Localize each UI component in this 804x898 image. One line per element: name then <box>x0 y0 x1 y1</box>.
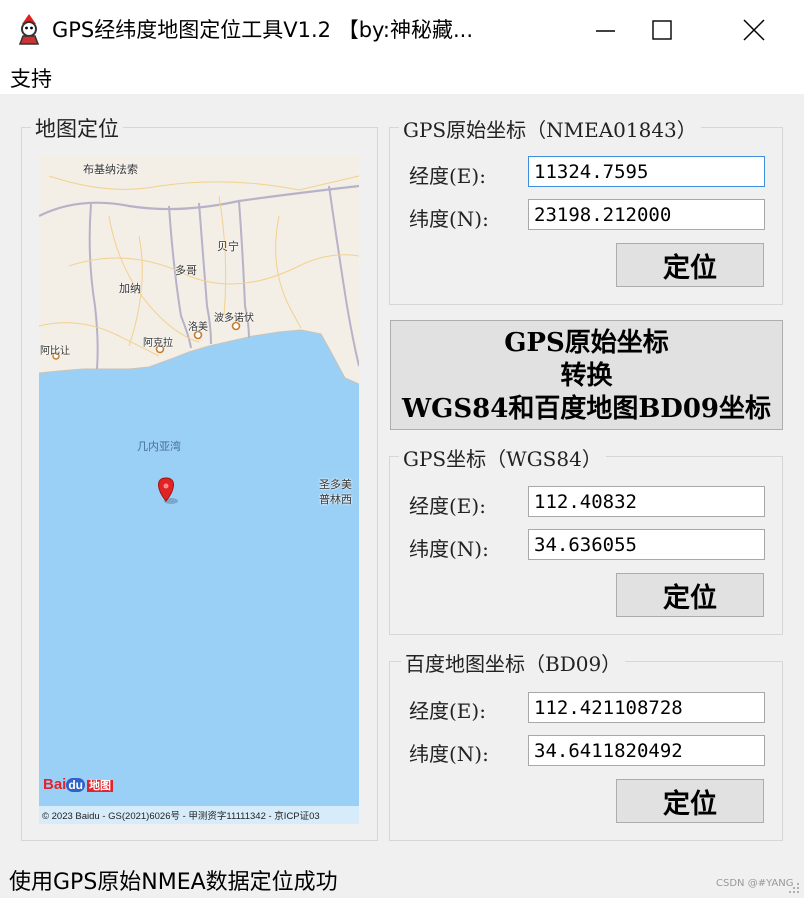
map-label-gulf: 几内亚湾 <box>137 441 181 453</box>
convert-button[interactable]: GPS原始坐标 转换 WGS84和百度地图BD09坐标 <box>390 320 783 430</box>
convert-line-1: GPS原始坐标 <box>504 328 669 358</box>
baidu-logo: Bai du 地图 <box>43 776 114 793</box>
bd-lat-input[interactable] <box>528 735 765 766</box>
map-group-title: 地图定位 <box>31 113 123 143</box>
bd-lon-label: 经度(E): <box>409 699 486 723</box>
status-text: 使用GPS原始NMEA数据定位成功 <box>9 870 338 895</box>
map-label-lome: 洛美 <box>188 322 208 333</box>
map-label-benin: 贝宁 <box>217 241 239 253</box>
nmea-locate-button[interactable]: 定位 <box>616 243 764 287</box>
map-label-principe: 普林西 <box>319 494 352 506</box>
close-button[interactable] <box>726 0 782 60</box>
bd-lon-input[interactable] <box>528 692 765 723</box>
nmea-group-title: GPS原始坐标（NMEA01843） <box>399 114 701 143</box>
maximize-icon <box>652 20 672 40</box>
map-label-abidjan: 阿比让 <box>40 346 70 357</box>
map-label-burkina: 布基纳法索 <box>83 164 138 176</box>
minimize-icon <box>596 30 615 32</box>
map-canvas <box>39 156 359 824</box>
map-copyright: © 2023 Baidu - GS(2021)6026号 - 甲测资字11111… <box>42 811 320 822</box>
nmea-lat-label: 纬度(N): <box>409 207 489 231</box>
app-icon <box>14 12 44 46</box>
map-label-sao-tome: 圣多美 <box>319 479 352 491</box>
map-label-porto-novo: 波多诺伏 <box>214 313 254 324</box>
wgs-lon-input[interactable] <box>528 486 765 517</box>
convert-line-2: 转换 <box>560 361 613 391</box>
map-label-togo: 多哥 <box>175 265 197 277</box>
resize-grip-icon[interactable] <box>789 883 801 895</box>
convert-line-3: WGS84和百度地图BD09坐标 <box>401 394 772 424</box>
baidu-logo-ditu: 地图 <box>87 780 114 792</box>
menu-bar <box>0 60 804 94</box>
bd-locate-button[interactable]: 定位 <box>616 779 764 823</box>
wgs-locate-button[interactable]: 定位 <box>616 573 764 617</box>
map-label-accra: 阿克拉 <box>143 338 173 349</box>
nmea-lon-label: 经度(E): <box>409 164 486 188</box>
bd-group-title: 百度地图坐标（BD09） <box>401 648 626 677</box>
wgs-lon-label: 经度(E): <box>409 494 486 518</box>
close-icon <box>743 19 765 41</box>
minimize-button[interactable] <box>578 0 634 60</box>
wgs-lat-input[interactable] <box>528 529 765 560</box>
wgs-group-title: GPS坐标（WGS84） <box>399 443 606 472</box>
baidu-paw-icon: du <box>66 778 86 792</box>
nmea-lat-input[interactable] <box>528 199 765 230</box>
window-title: GPS经纬度地图定位工具V1.2 【by:神秘藏... <box>52 18 474 42</box>
wgs-lat-label: 纬度(N): <box>409 537 489 561</box>
watermark: CSDN @#YANG <box>716 878 794 889</box>
map-view[interactable]: 布基纳法索 贝宁 多哥 加纳 洛美 波多诺伏 阿克拉 阿比让 几内亚湾 圣多美 … <box>39 156 359 824</box>
nmea-lon-input[interactable] <box>528 156 765 187</box>
baidu-logo-bai: Bai <box>43 776 67 793</box>
menu-item-support[interactable]: 支持 <box>10 63 52 93</box>
map-label-ghana: 加纳 <box>119 283 141 295</box>
bd-lat-label: 纬度(N): <box>409 742 489 766</box>
maximize-button[interactable] <box>634 0 690 60</box>
